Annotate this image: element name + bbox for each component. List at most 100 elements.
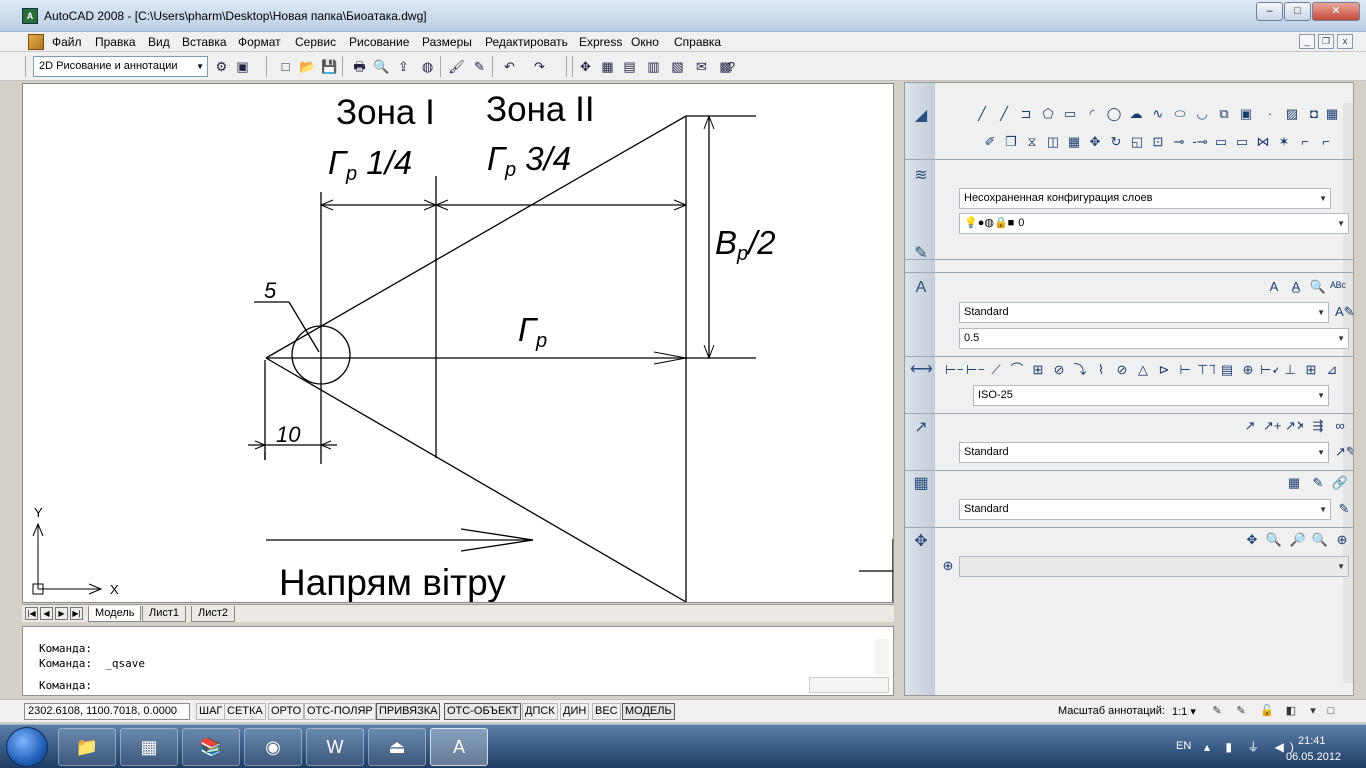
dimension-tool-icon[interactable]: ⌇ bbox=[1092, 361, 1110, 379]
spell-check-icon[interactable]: ᴬᴮᶜ bbox=[1329, 278, 1347, 296]
status-menu-icon[interactable]: ▾ bbox=[1304, 703, 1322, 720]
dimension-style-edit-icon[interactable] bbox=[1335, 386, 1353, 404]
text-single-icon[interactable]: A bbox=[1265, 278, 1283, 296]
layer-tools-icon[interactable]: ✎ bbox=[910, 243, 932, 265]
menu-insert[interactable]: Вставка bbox=[182, 35, 227, 49]
mdi-restore-button[interactable]: ❐ bbox=[1318, 34, 1334, 49]
sheet-set-icon[interactable]: ▧ bbox=[668, 57, 687, 76]
properties-icon[interactable]: ▦ bbox=[598, 57, 617, 76]
join-icon[interactable]: ▭ bbox=[1233, 133, 1251, 151]
table-style-select[interactable]: Standard ▼ bbox=[959, 499, 1331, 520]
dimension-tool-icon[interactable]: ⊥ bbox=[1281, 361, 1299, 379]
layer-previous-icon[interactable] bbox=[1331, 165, 1349, 183]
layers-panel-icon[interactable]: ≋ bbox=[910, 165, 932, 187]
array-icon[interactable]: ▦ bbox=[1065, 133, 1083, 151]
multileader-style-edit-icon[interactable]: ↗✎ bbox=[1335, 443, 1353, 461]
menu-file[interactable]: Файл bbox=[52, 35, 82, 49]
undo-icon[interactable]: ↶ bbox=[500, 57, 519, 76]
open-file-icon[interactable]: 📂 bbox=[298, 57, 317, 76]
print-preview-icon[interactable]: 🔍 bbox=[372, 57, 391, 76]
erase-icon[interactable]: ✐ bbox=[981, 133, 999, 151]
dimension-tool-icon[interactable]: △ bbox=[1134, 361, 1152, 379]
close-button[interactable]: ✕ bbox=[1312, 2, 1360, 21]
dimension-panel-icon[interactable]: ⟷ bbox=[910, 359, 933, 381]
document-menu-icon[interactable] bbox=[28, 34, 44, 50]
menu-edit[interactable]: Правка bbox=[95, 35, 136, 49]
acrobat-icon[interactable]: ⏏ bbox=[368, 728, 426, 766]
navigation-tool-icon[interactable]: 🔎 bbox=[1289, 531, 1307, 549]
status-toggle-2[interactable]: ОРТО bbox=[268, 703, 305, 720]
command-scrollbar[interactable] bbox=[875, 639, 889, 675]
table-tool-icon[interactable]: ▦ bbox=[1285, 474, 1303, 492]
explorer-icon[interactable]: 📁 bbox=[58, 728, 116, 766]
status-toggle-4[interactable]: ПРИВЯЗКА bbox=[376, 703, 441, 720]
menu-modify[interactable]: Редактировать bbox=[485, 35, 568, 49]
layer-delete-icon[interactable] bbox=[1313, 246, 1331, 264]
redo-icon[interactable]: ↷ bbox=[530, 57, 549, 76]
rectangle-icon[interactable]: ▭ bbox=[1061, 105, 1079, 123]
extend-icon[interactable]: -⊸ bbox=[1191, 133, 1209, 151]
maximize-button[interactable]: □ bbox=[1284, 2, 1311, 21]
move-icon[interactable]: ✥ bbox=[1086, 133, 1104, 151]
coordinates-readout[interactable]: 2302.6108, 1100.7018, 0.0000 bbox=[24, 703, 190, 720]
markup-icon[interactable]: ✉ bbox=[692, 57, 711, 76]
annotation-scale-select[interactable]: 1:1 ▾ bbox=[1172, 705, 1196, 718]
command-hscrollbar[interactable] bbox=[809, 677, 889, 693]
match-properties-icon[interactable]: 🖌 bbox=[447, 57, 466, 76]
menu-view[interactable]: Вид bbox=[148, 35, 170, 49]
autocad-app-icon[interactable]: A bbox=[22, 8, 38, 24]
layer-edit-icon[interactable] bbox=[1335, 246, 1353, 264]
text-find-icon[interactable]: 🔍 bbox=[1309, 278, 1327, 296]
print-icon[interactable]: 🖶 bbox=[350, 57, 369, 76]
rotate-icon[interactable]: ↻ bbox=[1107, 133, 1125, 151]
clock-date[interactable]: 06.05.2012 bbox=[1286, 751, 1341, 763]
insert-block-icon[interactable]: ⧉ bbox=[1215, 105, 1233, 123]
navigation-tool-icon[interactable]: 🔍 bbox=[1311, 531, 1329, 549]
layer-properties-icon[interactable] bbox=[1307, 165, 1325, 183]
dimension-tool-icon[interactable]: ⊿ bbox=[1323, 361, 1341, 379]
new-file-icon[interactable]: □ bbox=[276, 57, 295, 76]
gear-icon[interactable]: ⚙ bbox=[212, 57, 231, 76]
polygon-icon[interactable]: ⬠ bbox=[1039, 105, 1057, 123]
multileader-tool-icon[interactable]: ↗ bbox=[1241, 417, 1259, 435]
dimension-tool-icon[interactable]: ⊢✓ bbox=[1260, 361, 1278, 379]
tab-model[interactable]: Модель bbox=[88, 606, 142, 622]
firefox-icon[interactable]: ◉ bbox=[244, 728, 302, 766]
dimension-tool-icon[interactable]: ⤵ bbox=[1071, 361, 1089, 379]
language-indicator[interactable]: EN bbox=[1176, 740, 1191, 752]
table-style-edit-icon[interactable]: ✎ bbox=[1335, 500, 1353, 518]
tab-nav-last[interactable]: ▶| bbox=[70, 607, 83, 620]
arc-icon[interactable]: ◜ bbox=[1083, 105, 1101, 123]
draw-panel-icon[interactable]: ◢ bbox=[910, 105, 932, 127]
status-toggle-9[interactable]: МОДЕЛЬ bbox=[622, 703, 675, 720]
text-panel-icon[interactable]: A bbox=[910, 277, 932, 299]
mirror-icon[interactable]: ⧖ bbox=[1023, 133, 1041, 151]
break-icon[interactable]: ▭ bbox=[1212, 133, 1230, 151]
menu-help[interactable]: Справка bbox=[674, 35, 721, 49]
dimension-tool-icon[interactable]: ⊕ bbox=[1239, 361, 1257, 379]
command-input[interactable] bbox=[107, 677, 807, 693]
navigation-tool-icon[interactable]: 🔍 bbox=[1265, 531, 1283, 549]
multileader-style-select[interactable]: Standard ▼ bbox=[959, 442, 1329, 463]
table-tool-icon[interactable]: ✎ bbox=[1309, 474, 1327, 492]
menu-dimension[interactable]: Размеры bbox=[422, 35, 472, 49]
revision-cloud-icon[interactable]: ☁ bbox=[1127, 105, 1145, 123]
multileader-tool-icon[interactable]: ↗✕ bbox=[1285, 417, 1303, 435]
viewport-back-icon[interactable]: ⊕ bbox=[939, 557, 957, 575]
tab-nav-prev[interactable]: ◀ bbox=[40, 607, 53, 620]
dimension-tool-icon[interactable]: ⟋ bbox=[987, 361, 1005, 379]
word-icon[interactable]: W bbox=[306, 728, 364, 766]
stretch-icon[interactable]: ⊡ bbox=[1149, 133, 1167, 151]
save-icon[interactable]: 💾 bbox=[320, 57, 339, 76]
tab-sheet1[interactable]: Лист1 bbox=[142, 606, 187, 622]
drawing-canvas[interactable]: Зона I Зона II Гр 1/4 Гр 3/4 Вр/2 Гр 5 1… bbox=[22, 83, 894, 603]
clean-screen-icon[interactable]: □ bbox=[1322, 703, 1340, 720]
start-button[interactable] bbox=[6, 727, 48, 767]
chamfer-edge-icon[interactable]: ⌐ bbox=[1317, 133, 1335, 151]
help-icon[interactable]: ? bbox=[722, 57, 741, 76]
text-multiline-icon[interactable]: A̲ bbox=[1287, 278, 1305, 296]
annotation-autoscale-icon[interactable]: ✎ bbox=[1232, 703, 1250, 720]
line-icon[interactable]: ╱ bbox=[973, 105, 991, 123]
multileader-tool-icon[interactable]: ∞ bbox=[1331, 417, 1349, 435]
status-toggle-8[interactable]: ВЕС bbox=[592, 703, 621, 720]
